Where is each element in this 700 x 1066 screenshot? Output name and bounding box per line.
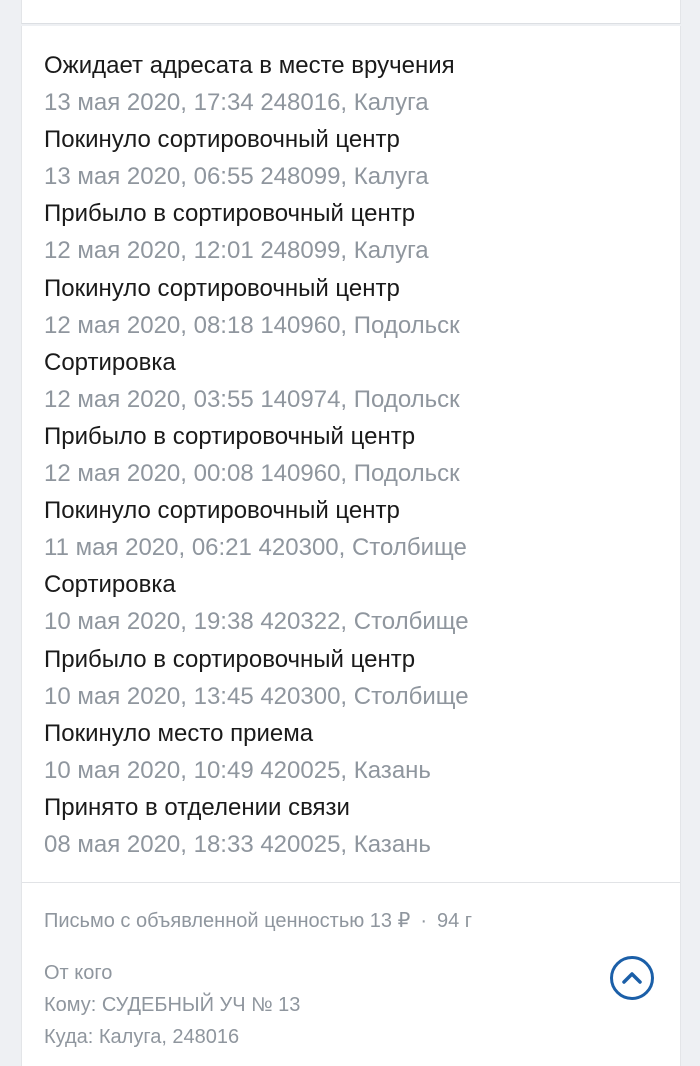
- scroll-up-button[interactable]: [610, 956, 654, 1000]
- event-status: Ожидает адресата в месте вручения: [44, 52, 455, 79]
- event-details: 12 мая 2020, 00:08 140960, Подольск: [44, 459, 460, 487]
- event-status: Принято в отделении связи: [44, 793, 350, 821]
- event-details: 10 мая 2020, 19:38 420322, Столбище: [44, 608, 469, 636]
- tracking-event: Покинуло сортировочный центр 12 мая 2020…: [44, 270, 664, 344]
- shipment-info: Письмо с объявленной ценностью 13 ₽ · 94 г…: [44, 901, 604, 1053]
- tracking-event: Покинуло сортировочный центр 13 мая 2020…: [44, 121, 664, 195]
- event-status: Сортировка: [44, 571, 176, 599]
- event-status: Покинуло сортировочный центр: [44, 274, 400, 302]
- event-details: 12 мая 2020, 12:01 248099, Калуга: [44, 237, 429, 265]
- chevron-up-circle-icon: [622, 972, 642, 984]
- event-details: 08 мая 2020, 18:33 420025, Казань: [44, 830, 431, 858]
- event-status: Прибыло в сортировочный центр: [44, 422, 416, 450]
- tracking-history: Ожидает адресата в месте вручения 13 мая…: [44, 47, 664, 863]
- tracking-event: Сортировка 10 мая 2020, 19:38 420322, Ст…: [44, 566, 664, 640]
- event-status: Прибыло в сортировочный центр: [44, 645, 416, 673]
- tracking-event: Прибыло в сортировочный центр 12 мая 202…: [44, 195, 664, 269]
- section-divider: [22, 882, 680, 883]
- tracking-event: Покинуло место приема 10 мая 2020, 10:49…: [44, 715, 664, 789]
- event-details: 12 мая 2020, 08:18 140960, Подольск: [44, 311, 460, 339]
- event-status: Сортировка: [44, 348, 176, 376]
- shipment-type: Письмо с объявленной ценностью 13 ₽: [44, 910, 411, 932]
- event-details: 13 мая 2020, 06:55 248099, Калуга: [44, 163, 429, 191]
- tracking-event: Прибыло в сортировочный центр 10 мая 202…: [44, 641, 664, 715]
- tracking-event: Ожидает адресата в месте вручения 13 мая…: [44, 47, 664, 121]
- event-details: 13 мая 2020, 17:34 248016, Калуга: [44, 89, 429, 116]
- event-details: 10 мая 2020, 10:49 420025, Казань: [44, 756, 431, 784]
- event-status: Покинуло место приема: [44, 719, 314, 747]
- tracking-card: Ожидает адресата в месте вручения 13 мая…: [21, 26, 681, 1066]
- destination-line: Куда: Калуга, 248016: [44, 1026, 240, 1048]
- summary-separator: ·: [420, 910, 427, 932]
- event-details: 12 мая 2020, 03:55 140974, Подольск: [44, 385, 460, 413]
- event-details: 11 мая 2020, 06:21 420300, Столбище: [44, 534, 467, 562]
- shipment-weight: 94 г: [437, 910, 473, 932]
- recipient-line: Кому: СУДЕБНЫЙ УЧ № 13: [44, 994, 301, 1016]
- previous-card: [21, 0, 681, 24]
- event-status: Покинуло сортировочный центр: [44, 497, 400, 525]
- tracking-event: Принято в отделении связи 08 мая 2020, 1…: [44, 789, 664, 863]
- tracking-event: Покинуло сортировочный центр 11 мая 2020…: [44, 492, 664, 566]
- event-status: Прибыло в сортировочный центр: [44, 200, 416, 228]
- shipment-details: От кого Кому: СУДЕБНЫЙ УЧ № 13 Куда: Кал…: [44, 957, 604, 1053]
- tracking-event: Прибыло в сортировочный центр 12 мая 202…: [44, 418, 664, 492]
- event-status: Покинуло сортировочный центр: [44, 126, 400, 154]
- shipment-summary: Письмо с объявленной ценностью 13 ₽ · 94 г: [44, 901, 604, 941]
- tracking-event: Сортировка 12 мая 2020, 03:55 140974, По…: [44, 344, 664, 418]
- event-details: 10 мая 2020, 13:45 420300, Столбище: [44, 682, 469, 710]
- sender-line: От кого: [44, 962, 113, 984]
